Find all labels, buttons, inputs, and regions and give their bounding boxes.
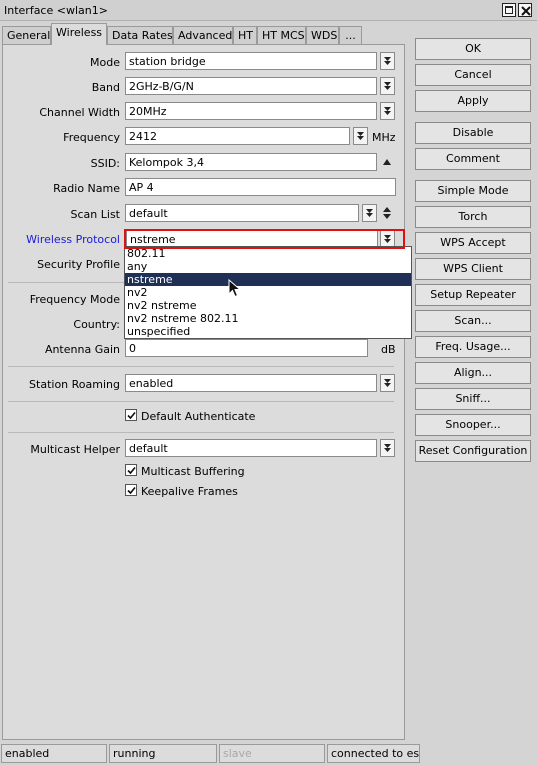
ok-button[interactable]: OK — [415, 38, 531, 60]
window-title: Interface <wlan1> — [4, 4, 108, 17]
dropdown-arrow-icon — [357, 132, 364, 140]
ssid-expand-icon[interactable] — [380, 154, 394, 170]
simple-mode-button[interactable]: Simple Mode — [415, 180, 531, 202]
checkmark-icon — [127, 486, 136, 495]
disable-button[interactable]: Disable — [415, 122, 531, 144]
tab-more[interactable]: ... — [339, 26, 362, 45]
antenna-gain-label: Antenna Gain — [44, 343, 120, 356]
maximize-icon — [505, 6, 513, 14]
keepalive-frames-label: Keepalive Frames — [141, 485, 238, 498]
scan-list-updown-icon[interactable] — [380, 204, 394, 222]
station-roaming-dropdown-button[interactable] — [380, 374, 395, 392]
checkmark-icon — [127, 411, 136, 420]
apply-button[interactable]: Apply — [415, 90, 531, 112]
channel-width-dropdown-button[interactable] — [380, 102, 395, 120]
multicast-helper-select[interactable]: default — [125, 439, 377, 457]
protocol-option[interactable]: unspecified — [125, 325, 411, 338]
country-label: Country: — [73, 318, 120, 331]
wireless-settings-panel — [2, 44, 405, 740]
scan-button[interactable]: Scan... — [415, 310, 531, 332]
radio-name-input[interactable]: AP 4 — [125, 178, 396, 196]
frequency-select[interactable]: 2412 — [125, 127, 350, 145]
ssid-label: SSID: — [90, 157, 120, 170]
divider — [8, 432, 394, 433]
dropdown-arrow-icon — [384, 107, 391, 115]
protocol-option[interactable]: nv2 nstreme — [125, 299, 411, 312]
dropdown-arrow-icon — [366, 209, 373, 217]
tab-advanced[interactable]: Advanced — [173, 26, 233, 45]
default-authenticate-checkbox[interactable] — [125, 409, 137, 421]
torch-button[interactable]: Torch — [415, 206, 531, 228]
close-icon — [521, 6, 531, 16]
sniff-button[interactable]: Sniff... — [415, 388, 531, 410]
multicast-buffering-checkbox[interactable] — [125, 464, 137, 476]
frequency-mode-label: Frequency Mode — [29, 293, 120, 306]
status-running: running — [109, 744, 217, 763]
wps-client-button[interactable]: WPS Client — [415, 258, 531, 280]
scan-list-label: Scan List — [70, 208, 120, 221]
tab-ht[interactable]: HT — [233, 26, 257, 45]
dropdown-arrow-icon — [384, 57, 391, 65]
channel-width-label: Channel Width — [39, 106, 120, 119]
station-roaming-label: Station Roaming — [29, 378, 120, 391]
channel-width-select[interactable]: 20MHz — [125, 102, 377, 120]
wireless-protocol-label: Wireless Protocol — [26, 233, 120, 246]
multicast-buffering-label: Multicast Buffering — [141, 465, 245, 478]
mode-select[interactable]: station bridge — [125, 52, 377, 70]
dropdown-arrow-icon — [384, 379, 391, 387]
status-connection: connected to es — [327, 744, 420, 763]
mouse-cursor-icon — [228, 279, 241, 298]
protocol-option[interactable]: 802.11 — [125, 247, 411, 260]
antenna-gain-unit: dB — [381, 343, 396, 356]
default-authenticate-label: Default Authenticate — [141, 410, 256, 423]
tab-general[interactable]: General — [2, 26, 51, 45]
ssid-input[interactable]: Kelompok 3,4 — [125, 153, 377, 171]
radio-name-label: Radio Name — [53, 182, 120, 195]
tab-wireless[interactable]: Wireless — [51, 23, 107, 45]
maximize-button[interactable] — [502, 3, 516, 17]
mode-dropdown-button[interactable] — [380, 52, 395, 70]
keepalive-frames-checkbox[interactable] — [125, 484, 137, 496]
band-select[interactable]: 2GHz-B/G/N — [125, 77, 377, 95]
scan-list-select[interactable]: default — [125, 204, 359, 222]
freq-usage-button[interactable]: Freq. Usage... — [415, 336, 531, 358]
reset-configuration-button[interactable]: Reset Configuration — [415, 440, 531, 462]
frequency-label: Frequency — [63, 131, 120, 144]
protocol-option[interactable]: nv2 nstreme 802.11 — [125, 312, 411, 325]
setup-repeater-button[interactable]: Setup Repeater — [415, 284, 531, 306]
dropdown-arrow-icon — [384, 235, 391, 243]
align-button[interactable]: Align... — [415, 362, 531, 384]
snooper-button[interactable]: Snooper... — [415, 414, 531, 436]
divider — [8, 401, 394, 402]
wps-accept-button[interactable]: WPS Accept — [415, 232, 531, 254]
station-roaming-select[interactable]: enabled — [125, 374, 377, 392]
dropdown-arrow-icon — [384, 82, 391, 90]
scan-list-dropdown-button[interactable] — [362, 204, 377, 222]
security-profile-label: Security Profile — [37, 258, 120, 271]
cancel-button[interactable]: Cancel — [415, 64, 531, 86]
divider — [8, 366, 394, 367]
band-dropdown-button[interactable] — [380, 77, 395, 95]
multicast-helper-dropdown-button[interactable] — [380, 439, 395, 457]
multicast-helper-label: Multicast Helper — [30, 443, 120, 456]
tab-data-rates[interactable]: Data Rates — [107, 26, 173, 45]
frequency-dropdown-button[interactable] — [353, 127, 368, 145]
tab-wds[interactable]: WDS — [306, 26, 339, 45]
band-label: Band — [91, 81, 120, 94]
wireless-protocol-options-list[interactable]: 802.11 any nstreme nv2 nv2 nstreme nv2 n… — [124, 246, 412, 339]
protocol-option[interactable]: any — [125, 260, 411, 273]
title-bar: Interface <wlan1> — [0, 0, 537, 21]
protocol-option-selected[interactable]: nstreme — [125, 273, 411, 286]
frequency-unit: MHz — [372, 131, 395, 144]
status-enabled: enabled — [1, 744, 107, 763]
status-slave: slave — [219, 744, 325, 763]
comment-button[interactable]: Comment — [415, 148, 531, 170]
protocol-option[interactable]: nv2 — [125, 286, 411, 299]
tab-ht-mcs[interactable]: HT MCS — [257, 26, 306, 45]
dropdown-arrow-icon — [384, 444, 391, 452]
mode-label: Mode — [90, 56, 120, 69]
checkmark-icon — [127, 466, 136, 475]
close-button[interactable] — [518, 3, 532, 17]
antenna-gain-input[interactable]: 0 — [125, 339, 368, 357]
